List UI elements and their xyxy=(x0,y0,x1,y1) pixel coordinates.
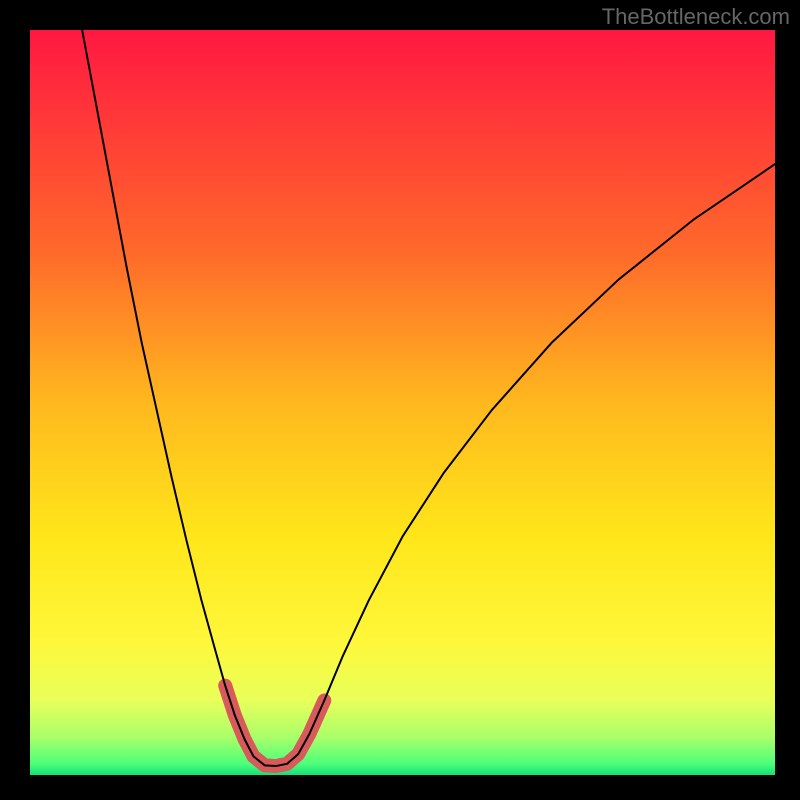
chart-outer-frame: TheBottleneck.com xyxy=(0,0,800,800)
watermark-label: TheBottleneck.com xyxy=(602,4,790,30)
plot-area xyxy=(30,30,775,775)
gradient-background xyxy=(30,30,775,775)
plot-svg xyxy=(30,30,775,775)
